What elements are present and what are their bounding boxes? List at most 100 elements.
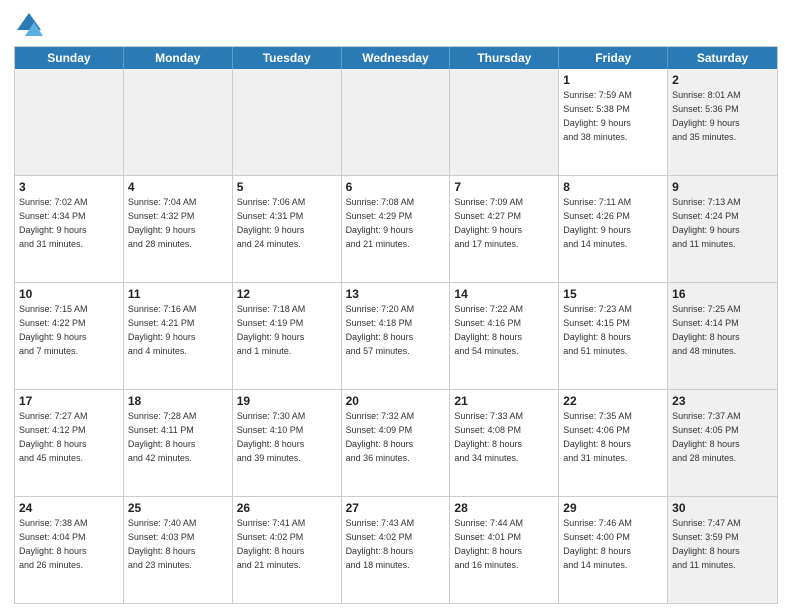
day-number: 20 [346, 393, 446, 409]
day-info: Sunrise: 7:02 AM Sunset: 4:34 PM Dayligh… [19, 197, 88, 248]
calendar-cell-15: 15 Sunrise: 7:23 AM Sunset: 4:15 PM Dayli… [559, 283, 668, 389]
day-info: Sunrise: 7:22 AM Sunset: 4:16 PM Dayligh… [454, 304, 523, 355]
day-number: 15 [563, 286, 663, 302]
day-info: Sunrise: 7:43 AM Sunset: 4:02 PM Dayligh… [346, 518, 415, 569]
day-info: Sunrise: 7:08 AM Sunset: 4:29 PM Dayligh… [346, 197, 415, 248]
header-day-saturday: Saturday [668, 47, 777, 69]
calendar-header: SundayMondayTuesdayWednesdayThursdayFrid… [15, 47, 777, 69]
page: SundayMondayTuesdayWednesdayThursdayFrid… [0, 0, 792, 612]
day-number: 29 [563, 500, 663, 516]
day-info: Sunrise: 7:30 AM Sunset: 4:10 PM Dayligh… [237, 411, 306, 462]
day-number: 3 [19, 179, 119, 195]
day-info: Sunrise: 7:35 AM Sunset: 4:06 PM Dayligh… [563, 411, 632, 462]
header-day-wednesday: Wednesday [342, 47, 451, 69]
calendar-cell-empty-0-4 [450, 69, 559, 175]
day-info: Sunrise: 7:27 AM Sunset: 4:12 PM Dayligh… [19, 411, 88, 462]
header-day-monday: Monday [124, 47, 233, 69]
calendar-cell-19: 19 Sunrise: 7:30 AM Sunset: 4:10 PM Dayli… [233, 390, 342, 496]
calendar-cell-23: 23 Sunrise: 7:37 AM Sunset: 4:05 PM Dayli… [668, 390, 777, 496]
day-info: Sunrise: 7:09 AM Sunset: 4:27 PM Dayligh… [454, 197, 523, 248]
day-info: Sunrise: 7:06 AM Sunset: 4:31 PM Dayligh… [237, 197, 306, 248]
day-info: Sunrise: 7:16 AM Sunset: 4:21 PM Dayligh… [128, 304, 197, 355]
day-number: 4 [128, 179, 228, 195]
day-number: 16 [672, 286, 773, 302]
calendar-cell-empty-0-3 [342, 69, 451, 175]
day-number: 23 [672, 393, 773, 409]
day-number: 9 [672, 179, 773, 195]
header-day-sunday: Sunday [15, 47, 124, 69]
day-number: 30 [672, 500, 773, 516]
logo-icon [14, 10, 44, 40]
day-info: Sunrise: 7:33 AM Sunset: 4:08 PM Dayligh… [454, 411, 523, 462]
calendar-cell-22: 22 Sunrise: 7:35 AM Sunset: 4:06 PM Dayli… [559, 390, 668, 496]
calendar-cell-30: 30 Sunrise: 7:47 AM Sunset: 3:59 PM Dayli… [668, 497, 777, 603]
calendar-cell-21: 21 Sunrise: 7:33 AM Sunset: 4:08 PM Dayli… [450, 390, 559, 496]
day-number: 5 [237, 179, 337, 195]
header-day-friday: Friday [559, 47, 668, 69]
day-number: 21 [454, 393, 554, 409]
calendar-cell-1: 1Sunrise: 7:59 AM Sunset: 5:38 PM Daylig… [559, 69, 668, 175]
header-day-tuesday: Tuesday [233, 47, 342, 69]
calendar-cell-25: 25Sunrise: 7:40 AM Sunset: 4:03 PM Dayli… [124, 497, 233, 603]
calendar-row-1: 3 Sunrise: 7:02 AM Sunset: 4:34 PM Daylig… [15, 175, 777, 282]
calendar-row-0: 1Sunrise: 7:59 AM Sunset: 5:38 PM Daylig… [15, 69, 777, 175]
day-number: 18 [128, 393, 228, 409]
day-info: Sunrise: 7:59 AM Sunset: 5:38 PM Dayligh… [563, 90, 632, 141]
day-info: Sunrise: 7:11 AM Sunset: 4:26 PM Dayligh… [563, 197, 631, 248]
calendar-cell-16: 16 Sunrise: 7:25 AM Sunset: 4:14 PM Dayli… [668, 283, 777, 389]
calendar-row-4: 24Sunrise: 7:38 AM Sunset: 4:04 PM Dayli… [15, 496, 777, 603]
day-info: Sunrise: 7:38 AM Sunset: 4:04 PM Dayligh… [19, 518, 88, 569]
calendar-row-3: 17 Sunrise: 7:27 AM Sunset: 4:12 PM Dayli… [15, 389, 777, 496]
calendar-cell-6: 6 Sunrise: 7:08 AM Sunset: 4:29 PM Daylig… [342, 176, 451, 282]
calendar-cell-24: 24Sunrise: 7:38 AM Sunset: 4:04 PM Dayli… [15, 497, 124, 603]
day-info: Sunrise: 7:13 AM Sunset: 4:24 PM Dayligh… [672, 197, 741, 248]
day-number: 17 [19, 393, 119, 409]
calendar-cell-17: 17 Sunrise: 7:27 AM Sunset: 4:12 PM Dayli… [15, 390, 124, 496]
day-info: Sunrise: 7:32 AM Sunset: 4:09 PM Dayligh… [346, 411, 415, 462]
calendar-cell-27: 27 Sunrise: 7:43 AM Sunset: 4:02 PM Dayli… [342, 497, 451, 603]
calendar-cell-empty-0-2 [233, 69, 342, 175]
header [14, 10, 778, 40]
day-info: Sunrise: 7:37 AM Sunset: 4:05 PM Dayligh… [672, 411, 741, 462]
day-number: 22 [563, 393, 663, 409]
day-number: 27 [346, 500, 446, 516]
day-number: 6 [346, 179, 446, 195]
header-day-thursday: Thursday [450, 47, 559, 69]
day-number: 8 [563, 179, 663, 195]
day-number: 7 [454, 179, 554, 195]
day-number: 19 [237, 393, 337, 409]
day-info: Sunrise: 7:04 AM Sunset: 4:32 PM Dayligh… [128, 197, 197, 248]
calendar-body: 1Sunrise: 7:59 AM Sunset: 5:38 PM Daylig… [15, 69, 777, 603]
calendar-cell-28: 28Sunrise: 7:44 AM Sunset: 4:01 PM Dayli… [450, 497, 559, 603]
day-number: 26 [237, 500, 337, 516]
day-info: Sunrise: 7:18 AM Sunset: 4:19 PM Dayligh… [237, 304, 306, 355]
calendar-cell-5: 5 Sunrise: 7:06 AM Sunset: 4:31 PM Daylig… [233, 176, 342, 282]
day-info: Sunrise: 7:46 AM Sunset: 4:00 PM Dayligh… [563, 518, 632, 569]
calendar-cell-4: 4 Sunrise: 7:04 AM Sunset: 4:32 PM Daylig… [124, 176, 233, 282]
day-info: Sunrise: 7:23 AM Sunset: 4:15 PM Dayligh… [563, 304, 632, 355]
calendar-cell-11: 11 Sunrise: 7:16 AM Sunset: 4:21 PM Dayli… [124, 283, 233, 389]
day-number: 11 [128, 286, 228, 302]
day-info: Sunrise: 7:20 AM Sunset: 4:18 PM Dayligh… [346, 304, 415, 355]
day-number: 28 [454, 500, 554, 516]
calendar-cell-3: 3 Sunrise: 7:02 AM Sunset: 4:34 PM Daylig… [15, 176, 124, 282]
calendar-cell-14: 14 Sunrise: 7:22 AM Sunset: 4:16 PM Dayli… [450, 283, 559, 389]
day-number: 14 [454, 286, 554, 302]
day-number: 10 [19, 286, 119, 302]
calendar-cell-7: 7 Sunrise: 7:09 AM Sunset: 4:27 PM Daylig… [450, 176, 559, 282]
calendar-cell-empty-0-1 [124, 69, 233, 175]
calendar-cell-2: 2Sunrise: 8:01 AM Sunset: 5:36 PM Daylig… [668, 69, 777, 175]
calendar-cell-empty-0-0 [15, 69, 124, 175]
calendar-cell-26: 26Sunrise: 7:41 AM Sunset: 4:02 PM Dayli… [233, 497, 342, 603]
logo [14, 10, 48, 40]
day-number: 13 [346, 286, 446, 302]
day-number: 2 [672, 72, 773, 88]
day-info: Sunrise: 7:28 AM Sunset: 4:11 PM Dayligh… [128, 411, 197, 462]
day-info: Sunrise: 7:47 AM Sunset: 3:59 PM Dayligh… [672, 518, 741, 569]
calendar-cell-10: 10 Sunrise: 7:15 AM Sunset: 4:22 PM Dayli… [15, 283, 124, 389]
calendar-cell-8: 8 Sunrise: 7:11 AM Sunset: 4:26 PM Daylig… [559, 176, 668, 282]
day-info: Sunrise: 7:15 AM Sunset: 4:22 PM Dayligh… [19, 304, 88, 355]
calendar-cell-20: 20 Sunrise: 7:32 AM Sunset: 4:09 PM Dayli… [342, 390, 451, 496]
day-info: Sunrise: 7:25 AM Sunset: 4:14 PM Dayligh… [672, 304, 741, 355]
calendar-cell-13: 13 Sunrise: 7:20 AM Sunset: 4:18 PM Dayli… [342, 283, 451, 389]
